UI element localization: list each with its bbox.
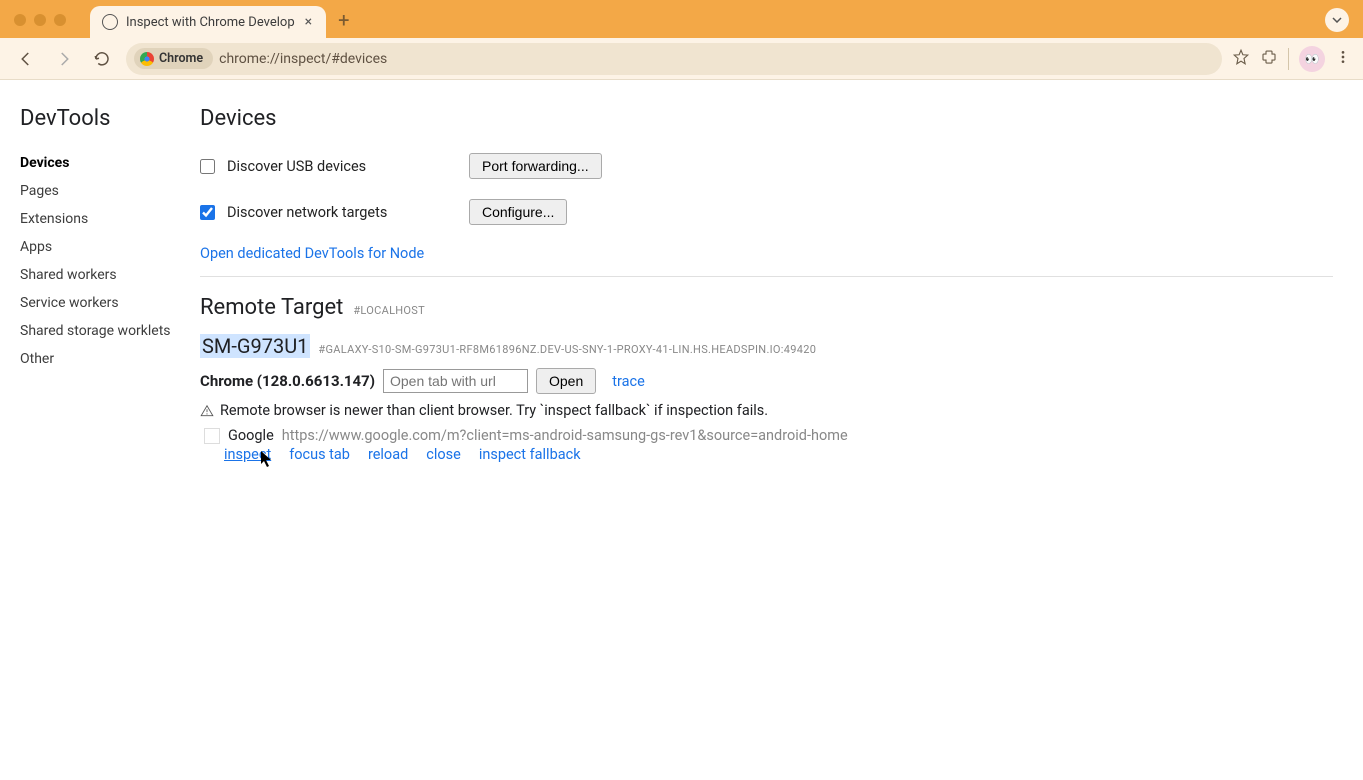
discover-network-row: Discover network targets Configure... — [200, 199, 1333, 225]
browser-tab[interactable]: Inspect with Chrome Develop × — [90, 6, 326, 38]
sidebar-item-shared-workers[interactable]: Shared workers — [20, 261, 200, 289]
remote-page-title: Google — [228, 427, 274, 444]
configure-button[interactable]: Configure... — [469, 199, 567, 225]
discover-usb-row: Discover USB devices Port forwarding... — [200, 153, 1333, 179]
discover-network-label: Discover network targets — [227, 204, 457, 221]
main-panel: Devices Discover USB devices Port forwar… — [200, 106, 1363, 463]
sidebar-item-devices[interactable]: Devices — [20, 149, 200, 177]
reload-link[interactable]: reload — [368, 446, 408, 463]
close-link[interactable]: close — [426, 446, 461, 463]
sidebar-item-pages[interactable]: Pages — [20, 177, 200, 205]
section-divider — [200, 276, 1333, 277]
sidebar-item-extensions[interactable]: Extensions — [20, 205, 200, 233]
remote-browser-label: Chrome (128.0.6613.147) — [200, 372, 375, 390]
device-name: SM-G973U1 — [200, 334, 310, 358]
remote-page-row: Google https://www.google.com/m?client=m… — [204, 427, 1333, 444]
forward-button[interactable] — [50, 45, 78, 73]
chip-label: Chrome — [159, 51, 203, 66]
chrome-icon — [140, 52, 154, 66]
open-tab-url-input[interactable] — [383, 369, 528, 393]
toolbar-divider — [1288, 48, 1289, 70]
remote-page-url: https://www.google.com/m?client=ms-andro… — [282, 427, 848, 444]
tab-title: Inspect with Chrome Develop — [126, 15, 295, 30]
page-content: DevTools DevicesPagesExtensionsAppsShare… — [0, 80, 1363, 463]
page-title: Devices — [200, 106, 1333, 131]
site-info-chip[interactable]: Chrome — [134, 48, 213, 69]
menu-icon[interactable] — [1335, 49, 1351, 69]
toolbar-right: 👀 — [1232, 46, 1351, 72]
remote-browser-row: Chrome (128.0.6613.147) Open trace — [200, 368, 1333, 394]
warning-icon — [200, 404, 214, 418]
tab-strip: Inspect with Chrome Develop × + — [0, 0, 1363, 38]
open-tab-button[interactable]: Open — [536, 368, 596, 394]
port-forwarding-button[interactable]: Port forwarding... — [469, 153, 602, 179]
maximize-window-icon[interactable] — [54, 14, 66, 26]
remote-target-tag: #LOCALHOST — [353, 304, 425, 317]
back-button[interactable] — [12, 45, 40, 73]
tabs-right — [1325, 8, 1363, 38]
discover-network-checkbox[interactable] — [200, 205, 215, 220]
cursor-icon — [260, 450, 274, 468]
bookmark-star-icon[interactable] — [1232, 48, 1250, 70]
discover-usb-label: Discover USB devices — [227, 158, 457, 175]
warning-text: Remote browser is newer than client brow… — [220, 402, 768, 419]
minimize-window-icon[interactable] — [34, 14, 46, 26]
profile-avatar[interactable]: 👀 — [1299, 46, 1325, 72]
url-text: chrome://inspect/#devices — [219, 51, 387, 67]
sidebar-item-other[interactable]: Other — [20, 345, 200, 373]
window-controls — [14, 14, 66, 26]
globe-icon — [102, 14, 118, 30]
address-bar[interactable]: Chrome chrome://inspect/#devices — [126, 43, 1222, 75]
node-devtools-link[interactable]: Open dedicated DevTools for Node — [200, 245, 424, 262]
remote-target-title: Remote Target — [200, 295, 343, 320]
close-tab-icon[interactable]: × — [303, 14, 314, 30]
close-window-icon[interactable] — [14, 14, 26, 26]
page-actions-row: inspect focus tab reload close inspect f… — [224, 446, 1333, 463]
new-tab-button[interactable]: + — [326, 2, 361, 38]
device-hash: #GALAXY-S10-SM-G973U1-RF8M61896NZ.DEV-US… — [318, 343, 816, 356]
sidebar-item-service-workers[interactable]: Service workers — [20, 289, 200, 317]
extensions-icon[interactable] — [1260, 48, 1278, 70]
reload-button[interactable] — [88, 45, 116, 73]
tabs-dropdown-button[interactable] — [1325, 8, 1349, 32]
browser-toolbar: Chrome chrome://inspect/#devices 👀 — [0, 38, 1363, 80]
sidebar: DevTools DevicesPagesExtensionsAppsShare… — [0, 106, 200, 463]
sidebar-item-shared-storage-worklets[interactable]: Shared storage worklets — [20, 317, 200, 345]
focus-tab-link[interactable]: focus tab — [289, 446, 350, 463]
trace-link[interactable]: trace — [612, 373, 645, 390]
warning-row: Remote browser is newer than client brow… — [200, 402, 1333, 419]
page-favicon-icon — [204, 428, 220, 444]
sidebar-title: DevTools — [20, 106, 200, 131]
device-row: SM-G973U1 #GALAXY-S10-SM-G973U1-RF8M6189… — [200, 334, 1333, 358]
inspect-fallback-link[interactable]: inspect fallback — [479, 446, 581, 463]
discover-usb-checkbox[interactable] — [200, 159, 215, 174]
sidebar-item-apps[interactable]: Apps — [20, 233, 200, 261]
remote-target-heading: Remote Target #LOCALHOST — [200, 295, 1333, 320]
